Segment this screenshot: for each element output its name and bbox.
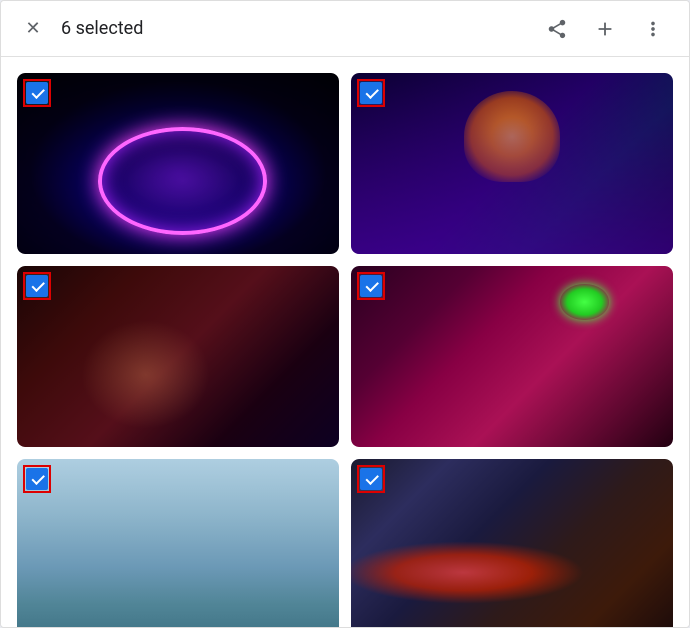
close-button[interactable]: ✕: [17, 13, 49, 45]
list-item[interactable]: [17, 73, 339, 254]
list-item[interactable]: [17, 459, 339, 627]
checkbox-2: [360, 82, 382, 104]
checkbox-5: [26, 468, 48, 490]
image-grid-container: [1, 57, 689, 627]
image-thumbnail-2: [351, 73, 673, 254]
checkbox-overlay-2: [357, 79, 385, 107]
checkbox-1: [26, 82, 48, 104]
image-grid: [17, 73, 673, 627]
toolbar: ✕ 6 selected: [1, 1, 689, 57]
checkbox-overlay-1: [23, 79, 51, 107]
list-item[interactable]: [17, 266, 339, 447]
checkbox-6: [360, 468, 382, 490]
list-item[interactable]: [351, 73, 673, 254]
share-button[interactable]: [537, 9, 577, 49]
list-item[interactable]: [351, 266, 673, 447]
close-icon: ✕: [25, 18, 40, 39]
checkbox-overlay-3: [23, 272, 51, 300]
image-thumbnail-3: [17, 266, 339, 447]
add-button[interactable]: [585, 9, 625, 49]
checkbox-3: [26, 275, 48, 297]
image-thumbnail-6: [351, 459, 673, 627]
checkbox-overlay-6: [357, 465, 385, 493]
image-thumbnail-5: [17, 459, 339, 627]
checkbox-4: [360, 275, 382, 297]
checkbox-overlay-5: [23, 465, 51, 493]
app-container: ✕ 6 selected: [0, 0, 690, 628]
more-vert-icon: [642, 18, 664, 40]
image-thumbnail-4: [351, 266, 673, 447]
list-item[interactable]: [351, 459, 673, 627]
checkbox-overlay-4: [357, 272, 385, 300]
image-thumbnail-1: [17, 73, 339, 254]
more-options-button[interactable]: [633, 9, 673, 49]
add-icon: [594, 18, 616, 40]
selected-count-title: 6 selected: [61, 18, 537, 39]
toolbar-actions: [537, 9, 673, 49]
share-icon: [546, 18, 568, 40]
